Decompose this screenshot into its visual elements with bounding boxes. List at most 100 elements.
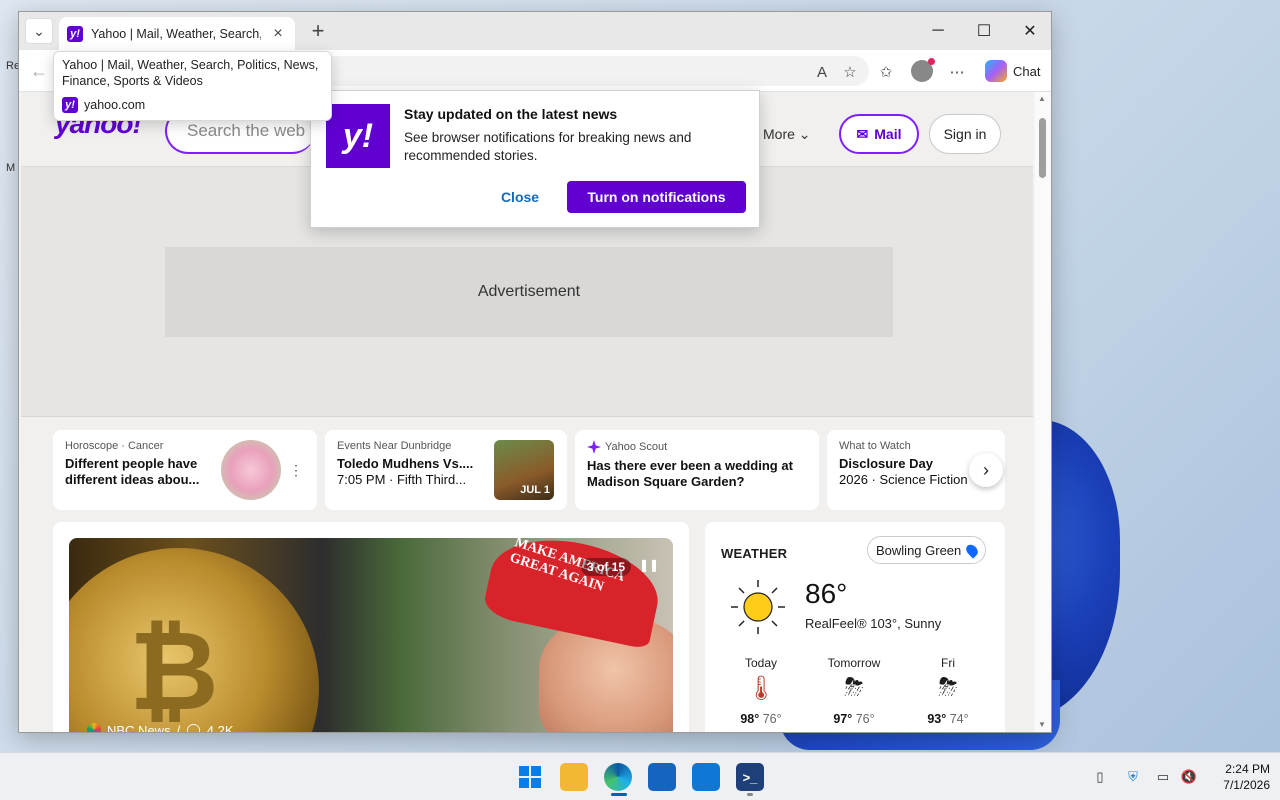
nbc-peacock-icon [87,723,101,732]
tooltip-url-text: yahoo.com [84,98,146,112]
desktop-icon-label[interactable]: M [6,162,15,174]
outlook-icon[interactable] [692,763,720,791]
copilot-chat-button[interactable]: Chat [981,56,1045,86]
tab-yahoo[interactable]: y! Yahoo | Mail, Weather, Search, Politi… [59,17,295,50]
more-label: More [763,126,795,142]
envelope-icon: ✉ [856,125,869,142]
scroll-thumb[interactable] [1039,118,1046,178]
tooltip-url: y! yahoo.com [62,97,323,113]
tab-hover-tooltip: Yahoo | Mail, Weather, Search, Politics,… [53,51,332,121]
back-arrow-icon[interactable]: ← [27,59,51,83]
usb-device-icon[interactable]: ▯ [1092,769,1108,785]
source-name[interactable]: NBC News [107,723,171,733]
title-bar: ⌄ y! Yahoo | Mail, Weather, Search, Poli… [19,12,1051,50]
scroll-up-arrow-icon[interactable]: ▲ [1038,94,1046,103]
scroll-down-arrow-icon[interactable]: ▼ [1038,720,1046,729]
location-pin-icon [964,541,981,559]
chat-label: Chat [1013,63,1041,79]
card-event[interactable]: Events Near Dunbridge Toledo Mudhens Vs.… [325,430,567,510]
thunderstorm-icon: ⛈ [844,674,864,701]
file-explorer-icon[interactable] [560,763,588,791]
favorite-star-icon[interactable]: ☆ [839,61,861,83]
advertisement[interactable]: Advertisement [165,247,893,337]
vertical-scrollbar[interactable]: ▲ ▼ [1035,92,1051,732]
forecast-day-label: Tomorrow [827,656,881,670]
clock-time: 2:24 PM [1225,762,1270,776]
volume-muted-icon[interactable]: 🔇 [1181,769,1197,785]
terminal-icon[interactable]: >_ [736,763,764,791]
copilot-icon [985,60,1007,82]
hero-source: NBC News / ◯ 4.2K [87,722,234,732]
tab-title: Yahoo | Mail, Weather, Search, Politics,… [91,26,261,41]
minimize-icon[interactable]: ─ [915,12,961,50]
comment-icon: ◯ [186,722,201,732]
maximize-icon[interactable]: ☐ [961,12,1007,50]
forecast-day-label: Today [744,656,778,670]
separator: / [176,722,181,733]
baseball-glove-image: JUL 1 [494,440,554,500]
more-vertical-icon[interactable]: ⋮ [289,462,303,479]
mail-button[interactable]: ✉ Mail [839,114,919,154]
more-menu[interactable]: More ⌄ [763,126,811,143]
card-kicker: What to Watch [839,440,911,452]
notification-body: See browser notifications for breaking n… [404,130,692,163]
card-kicker: Yahoo Scout [587,440,807,454]
forecast-temps: 97° 76° [819,712,889,726]
current-temperature: 86° [805,578,848,609]
new-tab-plus-icon[interactable]: + [305,18,331,44]
yahoo-favicon-icon: y! [62,97,78,113]
read-aloud-icon[interactable]: A [811,61,833,83]
card-headline: Has there ever been a wedding at Madison… [587,458,793,489]
tooltip-title: Yahoo | Mail, Weather, Search, Politics,… [62,58,319,88]
realfeel-text: RealFeel® 103°, Sunny [805,616,942,631]
weather-title: WEATHER [721,546,788,561]
more-options-icon[interactable]: ⋯ [946,61,968,83]
low-temp: 76° [762,712,782,726]
turn-on-notifications-button[interactable]: Turn on notifications [567,181,746,213]
security-shield-icon[interactable]: ⛨ [1125,769,1141,785]
profile-avatar[interactable] [911,58,935,82]
close-window-icon[interactable]: ✕ [1007,12,1051,50]
location-name: Bowling Green [876,542,962,558]
high-temp: 97° [833,712,853,726]
thermometer-icon: 🌡 [745,675,777,702]
microsoft-store-icon[interactable] [648,763,676,791]
system-clock[interactable]: 2:24 PM 7/1/2026 [1200,761,1270,793]
running-app-indicator [747,793,753,796]
sun-icon [731,580,785,634]
pause-icon[interactable]: ❚❚ [639,558,659,572]
network-icon[interactable]: ▭ [1155,769,1171,785]
active-app-indicator [611,793,627,796]
favorites-list-icon[interactable]: ✩ [875,61,897,83]
taskbar: >_ ▯ ⛨ ▭ 🔇 2:24 PM 7/1/2026 [0,752,1280,800]
date-badge: JUL 1 [520,484,550,496]
stream-cards: Horoscope · Cancer Different people have… [53,430,1005,510]
card-scout[interactable]: Yahoo Scout Has there ever been a weddin… [575,430,819,510]
card-horoscope[interactable]: Horoscope · Cancer Different people have… [53,430,317,510]
windows-logo [519,766,541,788]
notification-prompt: y! Stay updated on the latest news See b… [310,90,760,228]
chevron-down-icon: ⌄ [798,126,811,142]
slide-counter: 3 of 15 [581,558,632,576]
low-temp: 74° [949,712,969,726]
location-selector[interactable]: Bowling Green [867,536,987,564]
edge-browser-icon[interactable] [604,763,632,791]
scout-sparkle-icon [587,440,601,454]
close-button[interactable]: Close [491,181,549,213]
comment-count[interactable]: 4.2K [207,723,234,733]
card-kicker-text: Yahoo Scout [605,441,668,453]
bitcoin-symbol: ₿ [129,610,219,732]
high-temp: 98° [740,712,760,726]
high-temp: 93° [927,712,947,726]
close-tab-icon[interactable]: × [269,25,287,43]
weather-widget: WEATHER Bowling Green 86° RealFeel® 103°… [705,522,1005,732]
card-headline: Different people have different ideas ab… [65,456,200,487]
sign-in-button[interactable]: Sign in [929,114,1001,154]
chevron-right-icon[interactable]: › [969,453,1003,487]
hero-image[interactable]: ₿ MAKE AMERICA GREAT AGAIN 3 of 15 ❚❚ NB… [69,538,673,732]
forecast-temps: 98° 76° [726,712,796,726]
thunderstorm-icon: ⛈ [938,674,958,701]
windows-start-icon[interactable] [516,763,544,791]
tab-actions-chevron-icon[interactable]: ⌄ [25,18,53,44]
notification-dot [928,58,935,65]
